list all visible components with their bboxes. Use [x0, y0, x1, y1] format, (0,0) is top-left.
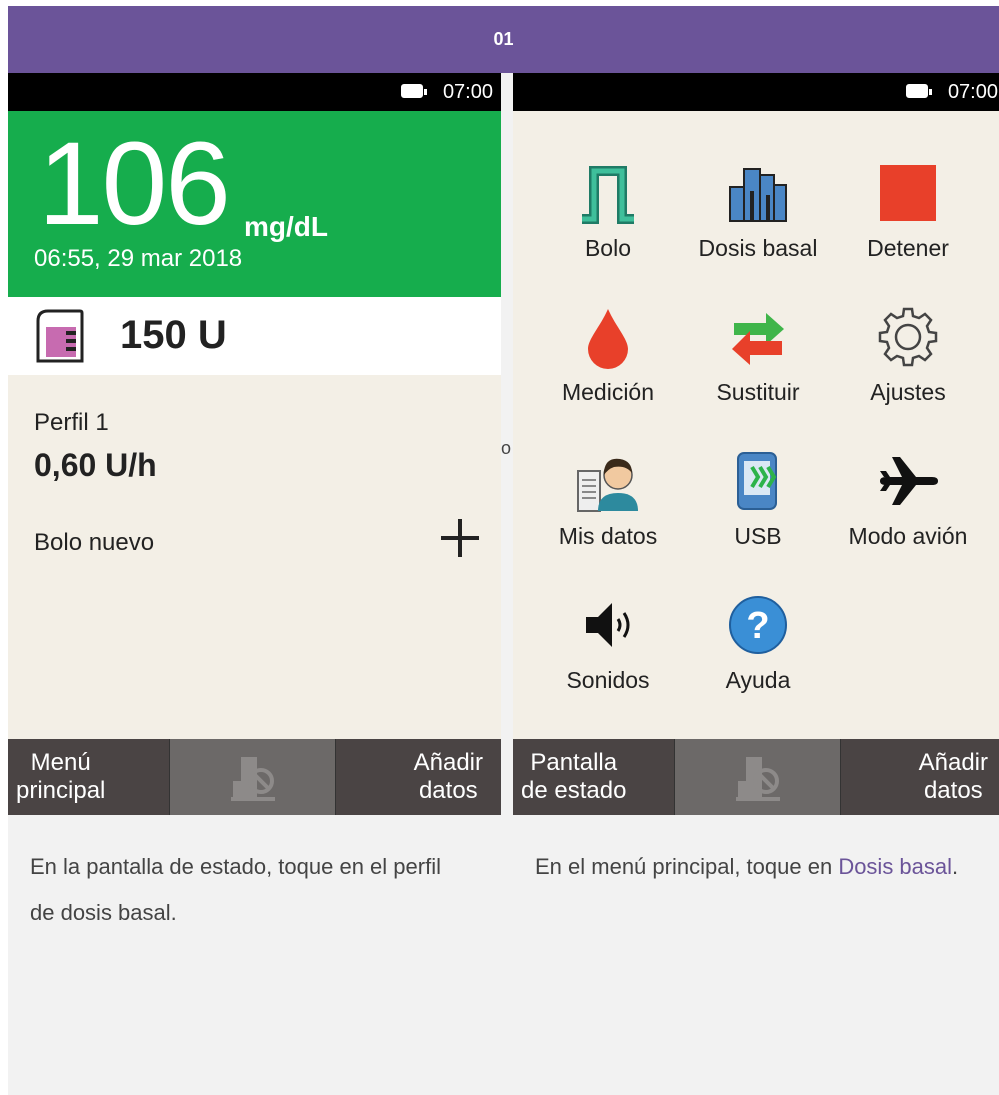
add-data-label-2: datos	[923, 777, 983, 804]
usb-icon	[737, 452, 777, 510]
clock: 07:00	[442, 81, 493, 103]
status-screen-button[interactable]: Pantalla de estado	[513, 739, 674, 815]
menu-item-help[interactable]: ? Ayuda	[683, 593, 833, 694]
bottom-bar: Menú principal Añadir datos	[8, 739, 501, 815]
bolus-icon	[582, 166, 634, 224]
main-menu-label-1: Menú	[30, 749, 91, 776]
menu-item-measurement[interactable]: Medición	[533, 305, 683, 406]
basal-rate-icon	[729, 168, 787, 222]
profile-name: Perfil 1	[34, 409, 109, 436]
glucose-unit: mg/dL	[244, 211, 328, 242]
bottom-bar: Pantalla de estado Añadir datos	[513, 739, 999, 815]
add-data-button[interactable]: Añadir datos	[336, 739, 501, 815]
status-bar: 07:00	[513, 73, 999, 111]
status-screen: 07:00 106 mg/dL 06:55, 29 mar 2018 150 U…	[8, 73, 501, 815]
menu-item-bolus[interactable]: Bolo	[533, 161, 683, 262]
glucose-panel[interactable]: 106 mg/dL 06:55, 29 mar 2018	[8, 111, 501, 297]
add-data-button[interactable]: Añadir datos	[841, 739, 999, 815]
stop-icon	[880, 165, 936, 221]
caption-left: En la pantalla de estado, toque en el pe…	[30, 854, 441, 925]
caption-right: En el menú principal, toque en Dosis bas…	[535, 844, 975, 890]
add-data-label-1: Añadir	[413, 749, 483, 776]
menu-label: Bolo	[584, 235, 632, 261]
menu-label: Ayuda	[725, 667, 791, 693]
basal-profile[interactable]: Perfil 1 0,60 U/h	[8, 375, 501, 495]
add-data-label-1: Añadir	[918, 749, 988, 776]
step-number-bar: 01	[8, 6, 999, 73]
menu-label: Modo avión	[848, 523, 968, 549]
menu-item-usb[interactable]: USB	[683, 449, 833, 550]
status-bar: 07:00	[8, 73, 501, 111]
menu-item-airplane-mode[interactable]: Modo avión	[833, 449, 983, 550]
menu-label: Sonidos	[566, 667, 650, 693]
airplane-icon	[880, 457, 938, 505]
cartridge-icon	[36, 309, 84, 363]
pump-disabled-button	[169, 739, 336, 815]
battery-icon	[401, 84, 427, 98]
help-icon: ?	[729, 596, 787, 654]
main-menu-label-2: principal	[16, 777, 106, 804]
basal-rate: 0,60 U/h	[34, 447, 157, 483]
menu-item-sounds[interactable]: Sonidos	[533, 593, 683, 694]
basal-rate-link[interactable]: Dosis basal	[838, 854, 952, 879]
menu-label: Detener	[867, 235, 949, 261]
menu-item-stop[interactable]: Detener	[833, 161, 983, 262]
instruction-panel: 01 07:00 106 mg/dL 06:55, 29 mar 2018 15…	[8, 6, 999, 1095]
menu-label: USB	[734, 523, 782, 549]
new-bolus-label: Bolo nuevo	[34, 529, 155, 556]
gear-icon	[878, 307, 938, 367]
new-bolus-row[interactable]: Bolo nuevo	[8, 513, 501, 573]
plus-icon[interactable]	[441, 519, 479, 557]
replace-arrows-icon	[732, 313, 784, 365]
menu-item-replace[interactable]: Sustituir	[683, 305, 833, 406]
speaker-icon	[586, 603, 630, 647]
caption-right-text: En el menú principal, toque en	[535, 854, 839, 879]
status-screen-label-1: Pantalla	[530, 749, 618, 776]
clock: 07:00	[947, 81, 998, 103]
my-data-icon	[577, 458, 638, 512]
main-menu-screen: 07:00 Bolo Dosis basal Detener Medición …	[513, 73, 999, 815]
menu-item-settings[interactable]: Ajustes	[833, 305, 983, 406]
pump-disabled-icon	[735, 757, 780, 801]
or-separator: o	[501, 438, 512, 458]
insulin-panel[interactable]: 150 U	[8, 297, 501, 375]
menu-item-basal-rate[interactable]: Dosis basal	[683, 161, 833, 262]
status-screen-label-2: de estado	[521, 777, 627, 804]
menu-label: Mis datos	[558, 523, 658, 549]
svg-text:?: ?	[746, 605, 769, 647]
blood-drop-icon	[588, 309, 628, 369]
glucose-timestamp: 06:55, 29 mar 2018	[34, 245, 243, 272]
menu-label: Dosis basal	[698, 235, 818, 261]
pump-disabled-icon	[230, 757, 275, 801]
battery-icon	[906, 84, 932, 98]
glucose-value: 106	[38, 118, 231, 250]
step-number: 01	[493, 29, 514, 49]
menu-label: Ajustes	[870, 379, 946, 405]
pump-disabled-button	[674, 739, 841, 815]
menu-label: Sustituir	[716, 379, 800, 405]
insulin-amount: 150 U	[120, 313, 227, 357]
menu-item-my-data[interactable]: Mis datos	[533, 449, 683, 550]
main-menu-button[interactable]: Menú principal	[8, 739, 169, 815]
caption-right-period: .	[952, 854, 959, 879]
add-data-label-2: datos	[418, 777, 478, 804]
menu-label: Medición	[561, 379, 655, 405]
